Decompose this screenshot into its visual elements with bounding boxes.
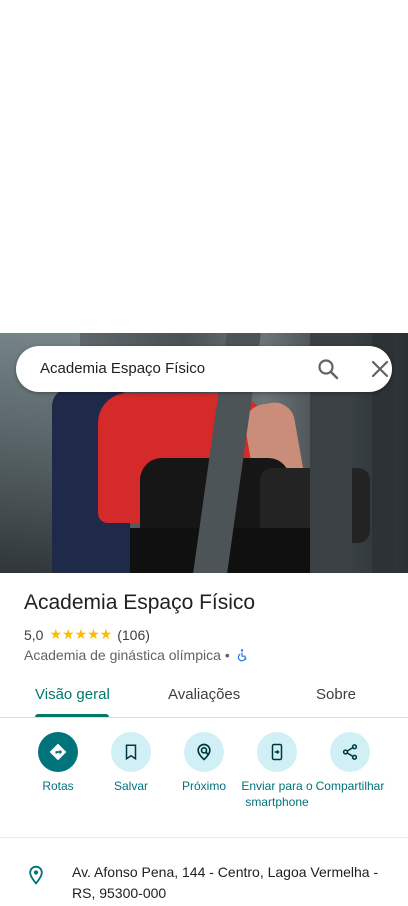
send-to-phone-button[interactable]: Enviar para o smartphone: [237, 732, 317, 810]
bookmark-icon[interactable]: [111, 732, 151, 772]
search-icon[interactable]: [316, 357, 342, 381]
rating-row[interactable]: 5,0 ★★★★★ (106): [24, 626, 150, 643]
wheelchair-icon: [235, 648, 249, 662]
category-separator: •: [224, 647, 230, 663]
search-bar[interactable]: Academia Espaço Físico: [16, 346, 392, 392]
directions-icon[interactable]: [38, 732, 78, 772]
save-button[interactable]: Salvar: [91, 732, 171, 794]
category-row: Academia de ginástica olímpica •: [24, 647, 249, 663]
share-button[interactable]: Compartilhar: [310, 732, 390, 794]
share-label: Compartilhar: [315, 779, 385, 793]
nearby-label: Próximo: [181, 779, 226, 793]
send-to-phone-label: Enviar para o smartphone: [241, 779, 313, 809]
active-tab-indicator: [35, 714, 109, 717]
search-query[interactable]: Academia Espaço Físico: [40, 360, 205, 377]
address-text[interactable]: Av. Afonso Pena, 144 - Centro, Lagoa Ver…: [72, 862, 392, 904]
send-to-phone-icon[interactable]: [257, 732, 297, 772]
share-icon[interactable]: [330, 732, 370, 772]
save-label: Salvar: [113, 779, 148, 793]
tab-about[interactable]: Sobre: [316, 686, 356, 703]
directions-button[interactable]: Rotas: [18, 732, 98, 794]
rating-stars: ★★★★★: [49, 626, 113, 642]
map-blank-area: [0, 0, 408, 333]
tab-reviews[interactable]: Avaliações: [168, 686, 240, 703]
address-row[interactable]: Av. Afonso Pena, 144 - Centro, Lagoa Ver…: [0, 848, 408, 906]
place-category: Academia de ginástica olímpica: [24, 647, 221, 663]
close-icon[interactable]: [368, 357, 392, 381]
tab-overview[interactable]: Visão geral: [35, 686, 110, 703]
place-title: Academia Espaço Físico: [24, 591, 256, 614]
action-row: Rotas Salvar Próximo Enviar para o smart…: [0, 724, 408, 838]
nearby-icon[interactable]: [184, 732, 224, 772]
reviews-count[interactable]: (106): [117, 627, 150, 643]
tab-bar: Visão geral Avaliações Sobre: [0, 680, 408, 718]
location-pin-icon: [26, 864, 46, 886]
nearby-button[interactable]: Próximo: [164, 732, 244, 794]
directions-label: Rotas: [42, 779, 74, 793]
rating-value: 5,0: [24, 626, 44, 643]
